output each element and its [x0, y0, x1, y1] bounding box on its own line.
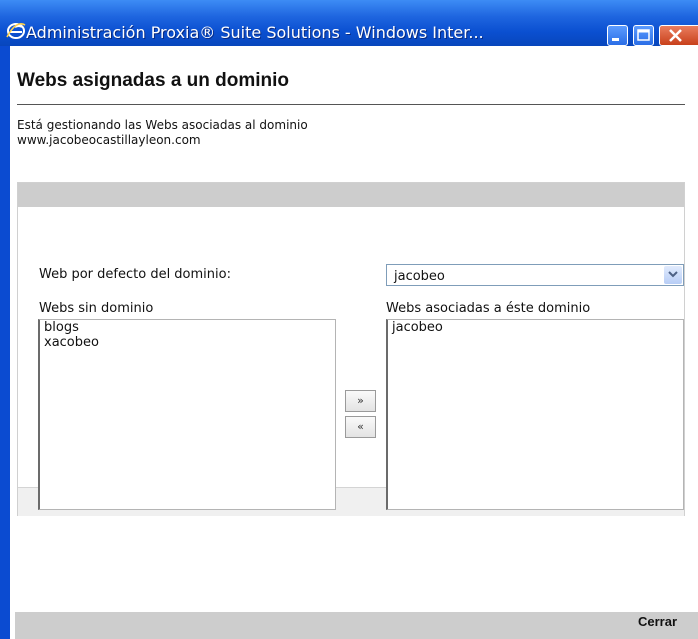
description-line: Está gestionando las Webs asociadas al d… [17, 118, 308, 132]
page-description: Está gestionando las Webs asociadas al d… [17, 118, 308, 148]
remove-web-button[interactable]: « [345, 416, 376, 438]
title-divider [17, 104, 685, 105]
internet-explorer-icon [5, 22, 27, 40]
minimize-icon [612, 38, 619, 41]
close-icon [669, 29, 682, 42]
webs-sin-dominio-list[interactable]: blogs xacobeo [38, 319, 336, 510]
minimize-button[interactable] [607, 25, 628, 46]
panel-header [18, 183, 684, 207]
window-titlebar[interactable]: Administración Proxia® Suite Solutions -… [0, 0, 698, 47]
dropdown-button[interactable] [664, 266, 682, 284]
default-web-select-value: jacobeo [394, 269, 445, 284]
list-item[interactable]: jacobeo [388, 320, 683, 335]
bottom-toolbar [15, 612, 698, 639]
list-item[interactable]: xacobeo [40, 335, 335, 350]
webs-asociadas-label: Webs asociadas a éste dominio [386, 301, 591, 316]
default-web-label: Web por defecto del dominio: [39, 267, 231, 282]
window-title: Administración Proxia® Suite Solutions -… [26, 23, 484, 42]
default-web-select[interactable]: jacobeo [386, 264, 684, 286]
window-frame-left [0, 46, 10, 639]
maximize-icon [637, 29, 650, 41]
list-item[interactable]: blogs [40, 320, 335, 335]
maximize-button[interactable] [633, 25, 654, 46]
close-button[interactable]: Cerrar [638, 614, 677, 629]
add-web-button[interactable]: » [345, 390, 376, 412]
webs-asociadas-list[interactable]: jacobeo [386, 319, 684, 510]
domain-name: www.jacobeocastillayleon.com [17, 133, 201, 147]
close-window-button[interactable] [659, 25, 698, 46]
page-title: Webs asignadas a un dominio [17, 70, 290, 91]
chevron-down-icon [668, 271, 678, 278]
webs-sin-dominio-label: Webs sin dominio [39, 301, 154, 316]
